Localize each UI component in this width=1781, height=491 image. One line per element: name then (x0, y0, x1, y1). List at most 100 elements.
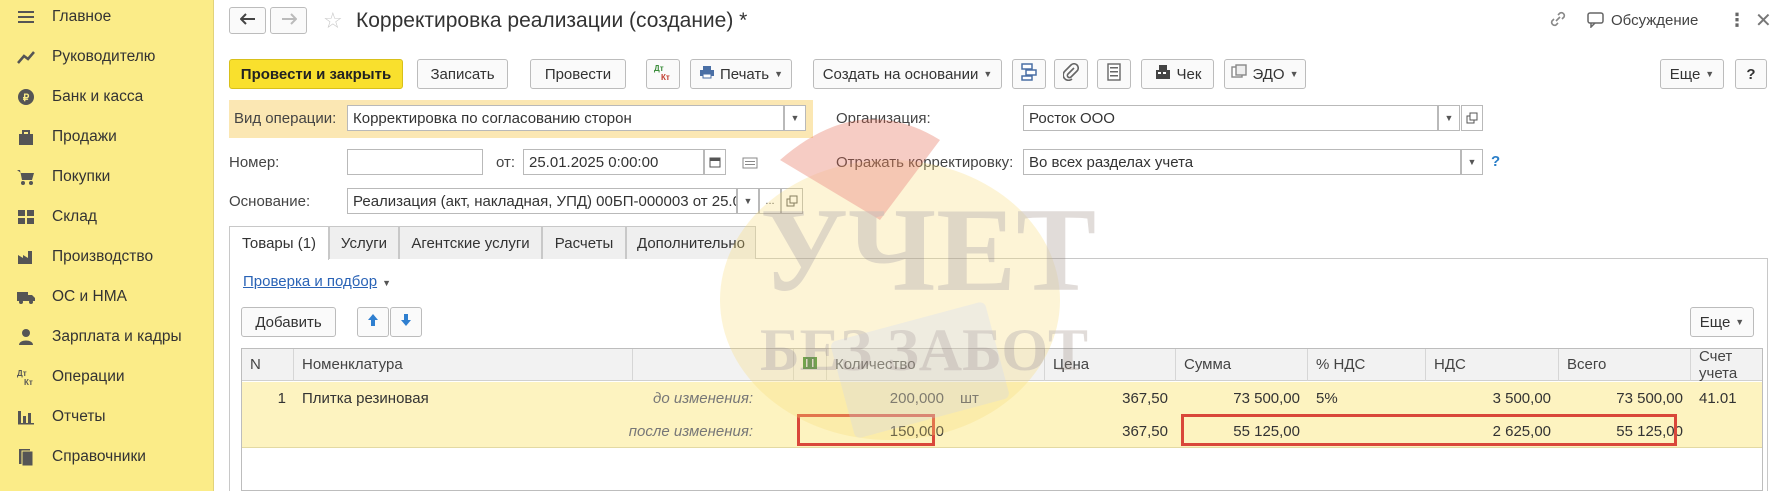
sidebar-item-label: Руководителю (52, 48, 156, 65)
reflect-correction-field[interactable]: Во всех разделах учета (1023, 149, 1461, 175)
arrow-up-icon (367, 313, 379, 331)
table-more-label: Еще (1699, 313, 1731, 331)
date-field[interactable]: 25.01.2025 0:00:00 (523, 149, 704, 175)
move-up-button[interactable] (357, 307, 389, 337)
discussion-link[interactable]: Обсуждение (1611, 12, 1698, 29)
basis-field[interactable]: Реализация (акт, накладная, УПД) 00БП-00… (347, 188, 737, 214)
sidebar-item-manager[interactable]: Руководителю (0, 37, 214, 77)
after-price[interactable]: 367,50 (1045, 415, 1176, 448)
chevron-down-icon[interactable]: ▼ (1438, 105, 1460, 131)
column-header-n[interactable]: N (242, 349, 294, 381)
organization-label: Организация: (836, 110, 931, 127)
sidebar-item-label: Производство (52, 248, 154, 265)
before-sum: 73 500,00 (1233, 390, 1300, 407)
tab-goods[interactable]: Товары (1) (229, 226, 329, 260)
row-nomenclature: Плитка резиновая (302, 390, 429, 407)
operation-type-field[interactable]: Корректировка по согласованию сторон (347, 105, 784, 131)
help-button[interactable]: ? (1735, 59, 1767, 89)
add-button[interactable]: Добавить (241, 307, 336, 337)
sidebar-item-label: Операции (52, 368, 125, 385)
edo-button[interactable]: ЭДО ▼ (1224, 59, 1306, 89)
sidebar-item-label: ОС и НМА (52, 288, 127, 305)
goods-table: N Номенклатура Количество Цена Сумма % Н… (241, 348, 1763, 491)
dt-kt-icon: Дт Кт (0, 368, 52, 386)
table-more-button[interactable]: Еще ▼ (1690, 307, 1754, 337)
column-header-quantity[interactable]: Количество (827, 349, 1045, 381)
save-button[interactable]: Записать (417, 59, 508, 89)
sidebar-item-purchases[interactable]: Покупки (0, 157, 214, 197)
chevron-down-icon[interactable]: ▼ (1461, 149, 1483, 175)
before-account: 41.01 (1699, 390, 1737, 407)
select-ellipsis-button[interactable]: ... (759, 188, 781, 214)
help-link[interactable]: ? (1491, 153, 1500, 170)
close-icon[interactable]: ✕ (1755, 8, 1772, 33)
books-icon (0, 448, 52, 466)
column-header-account[interactable]: Счет учета (1691, 348, 1762, 382)
move-down-button[interactable] (390, 307, 422, 337)
arrow-right-icon (281, 12, 297, 29)
comment-icon[interactable] (742, 156, 758, 173)
tab-agent-services[interactable]: Агентские услуги (399, 226, 542, 259)
post-button[interactable]: Провести (530, 59, 626, 89)
print-button[interactable]: Печать ▼ (690, 59, 792, 89)
sidebar-item-fixed-assets[interactable]: ОС и НМА (0, 277, 214, 317)
sidebar-item-label: Справочники (52, 448, 146, 465)
before-quantity: 200,000 (889, 390, 944, 407)
column-header-sum[interactable]: Сумма (1176, 349, 1308, 381)
back-button[interactable] (229, 7, 266, 34)
sidebar-item-sales[interactable]: Продажи (0, 117, 214, 157)
before-vat: 3 500,00 (1492, 390, 1551, 407)
sidebar-item-reports[interactable]: Отчеты (0, 397, 214, 437)
star-icon[interactable]: ☆ (323, 8, 343, 34)
edo-icon (1231, 64, 1248, 84)
more-vert-icon[interactable]: ⋮ (1728, 10, 1746, 31)
create-based-on-button[interactable]: Создать на основании ▼ (813, 59, 1002, 89)
sidebar-item-salary[interactable]: Зарплата и кадры (0, 317, 214, 357)
sidebar-item-bank[interactable]: ₽ Банк и касса (0, 77, 214, 117)
organization-field[interactable]: Росток ООО (1023, 105, 1438, 131)
tab-services[interactable]: Услуги (329, 226, 399, 259)
attachments-button[interactable] (1054, 59, 1088, 89)
column-header-vat[interactable]: НДС (1426, 349, 1559, 381)
link-icon[interactable] (1549, 10, 1567, 32)
sidebar-item-main[interactable]: Главное (0, 0, 214, 37)
sidebar-item-warehouse[interactable]: Склад (0, 197, 214, 237)
check-and-select-link[interactable]: Проверка и подбор ▼ (243, 273, 391, 290)
chevron-down-icon: ▼ (983, 69, 993, 79)
forward-button[interactable] (270, 7, 307, 34)
number-field[interactable] (347, 149, 483, 175)
tab-additional[interactable]: Дополнительно (626, 226, 756, 259)
sidebar-item-label: Склад (52, 208, 97, 225)
dt-kt-button[interactable]: Дт Кт (646, 59, 680, 89)
dt-kt-icon: Дт Кт (652, 63, 674, 85)
sidebar-item-operations[interactable]: Дт Кт Операции (0, 357, 214, 397)
more-button[interactable]: Еще ▼ (1660, 59, 1724, 89)
sidebar-item-production[interactable]: Производство (0, 237, 214, 277)
menu-icon (0, 9, 52, 25)
receipt-button[interactable]: Чек (1141, 59, 1214, 89)
table-row-before[interactable]: 1 Плитка резиновая до изменения: 200,000… (242, 382, 1762, 415)
sidebar-item-directories[interactable]: Справочники (0, 437, 214, 477)
post-and-close-button[interactable]: Провести и закрыть (229, 59, 403, 89)
column-header-nomenclature[interactable]: Номенклатура (294, 349, 633, 381)
column-header-vat-rate[interactable]: % НДС (1308, 349, 1426, 381)
column-header-price[interactable]: Цена (1045, 349, 1176, 381)
svg-text:Кт: Кт (24, 378, 33, 386)
column-header-blank (633, 349, 794, 381)
structure-button[interactable] (1012, 59, 1046, 89)
calendar-icon[interactable] (704, 149, 726, 175)
column-header-total[interactable]: Всего (1559, 349, 1691, 381)
chevron-down-icon[interactable]: ▼ (784, 105, 806, 131)
open-icon[interactable] (1461, 105, 1483, 131)
open-icon[interactable] (781, 188, 803, 214)
tab-settlements[interactable]: Расчеты (542, 226, 626, 259)
bag-icon (0, 128, 52, 146)
column-header-icon[interactable] (794, 349, 827, 381)
svg-text:₽: ₽ (23, 93, 30, 104)
sidebar-item-label: Отчеты (52, 408, 106, 425)
basis-label: Основание: (229, 193, 311, 210)
chevron-down-icon[interactable]: ▼ (737, 188, 759, 214)
after-change-label: после изменения: (628, 423, 753, 440)
report-button[interactable] (1097, 59, 1131, 89)
date-label: от: (496, 154, 516, 171)
